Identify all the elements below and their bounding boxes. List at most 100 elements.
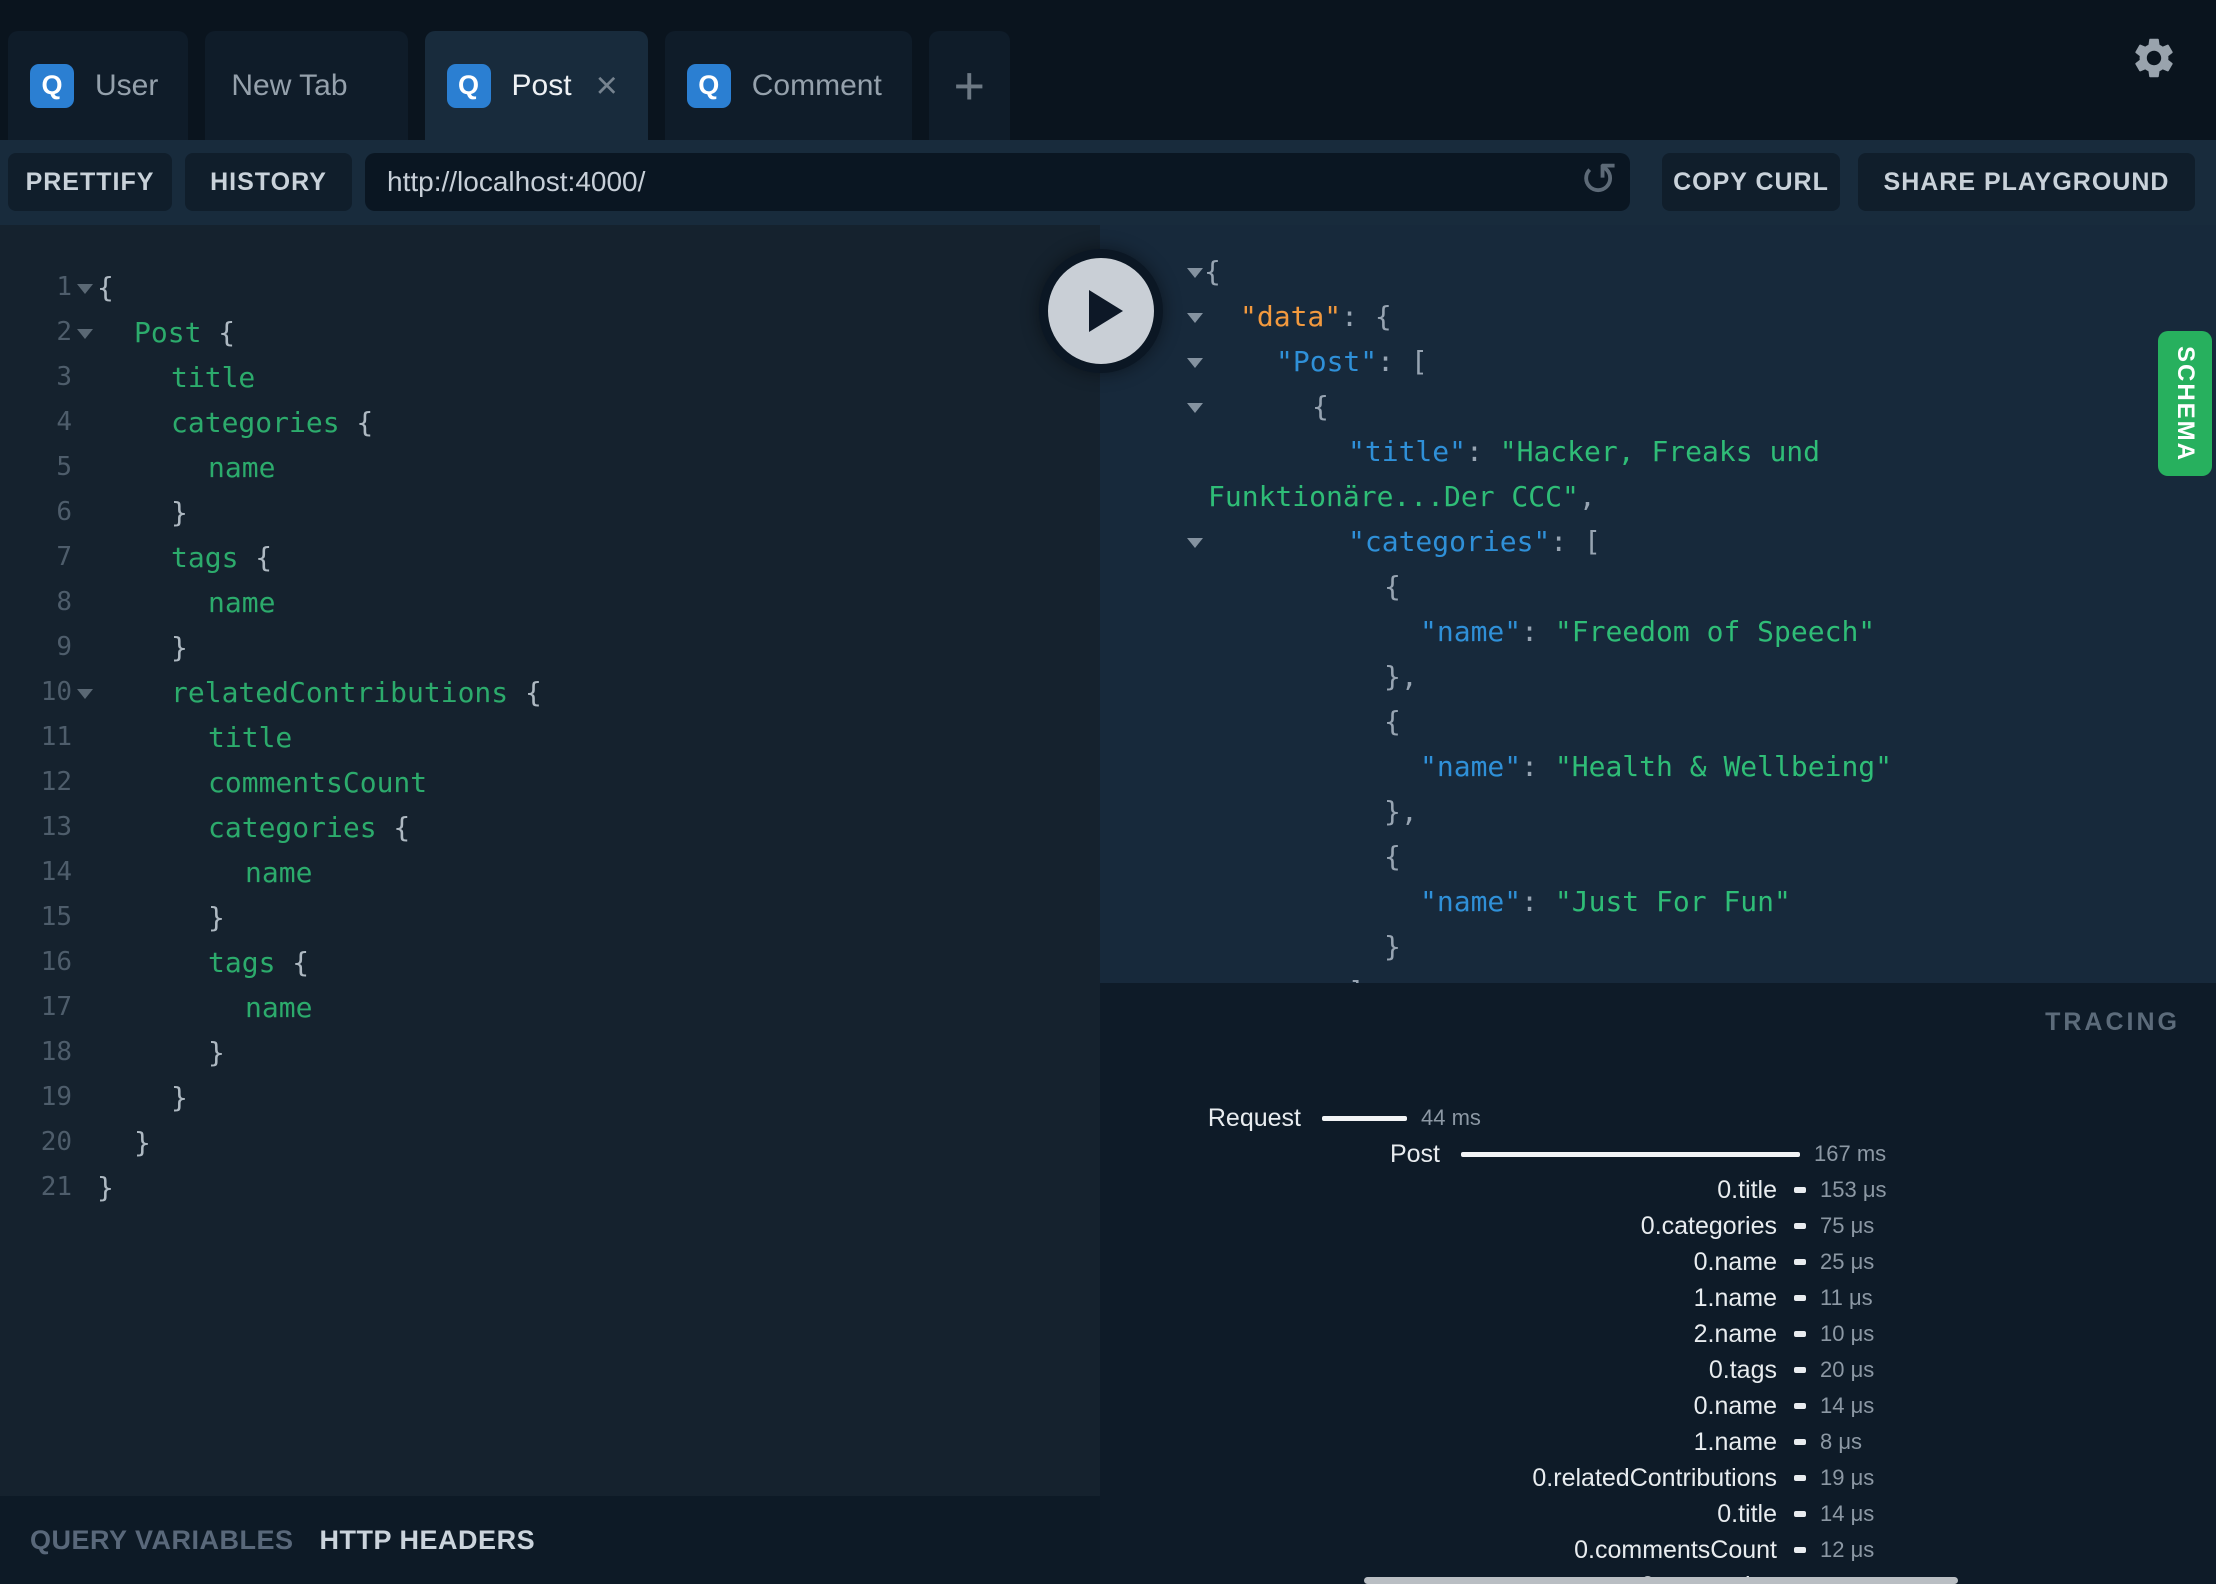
trace-row: 0.relatedContributions 19 μs	[1100, 1460, 2216, 1496]
editor-line: 4 categories {	[0, 400, 1100, 445]
endpoint-url-input[interactable]	[365, 166, 1630, 198]
tab-post[interactable]: Q Post ×	[424, 31, 648, 140]
line-number: 6	[56, 497, 72, 527]
line-number: 17	[40, 992, 72, 1022]
response-line: },	[1100, 789, 2216, 834]
trace-label: 0.categories	[1640, 1211, 1777, 1240]
copy-curl-button[interactable]: COPY CURL	[1662, 153, 1840, 211]
response-line: "name": "Just For Fun"	[1100, 879, 2216, 924]
code-text: "title": "Hacker, Freaks und	[1348, 435, 1821, 468]
trace-row: 0.tags 20 μs	[1100, 1352, 2216, 1388]
trace-time: 44 ms	[1421, 1105, 1481, 1130]
code-text: commentsCount	[208, 766, 428, 799]
tab-comment[interactable]: Q Comment	[664, 31, 912, 140]
history-button[interactable]: HISTORY	[185, 153, 352, 211]
line-number: 19	[40, 1082, 72, 1112]
trace-duration-dot	[1794, 1187, 1806, 1193]
trace-label: 0.title	[1717, 1499, 1777, 1528]
line-number: 15	[40, 902, 72, 932]
query-variables-tab[interactable]: QUERY VARIABLES	[30, 1525, 294, 1556]
editor-line: 6}	[0, 490, 1100, 535]
trace-label: Post	[1389, 1139, 1440, 1168]
trace-row: 0.title 14 μs	[1100, 1496, 2216, 1532]
code-text: {	[1384, 705, 1401, 738]
response-pane[interactable]: {"data": {"Post": [{"title": "Hacker, Fr…	[1100, 225, 2216, 983]
editor-line: 16 tags {	[0, 940, 1100, 985]
trace-label: 0.name	[1693, 1391, 1777, 1420]
code-text: ]	[1204, 969, 1365, 983]
code-text: {	[1384, 570, 1401, 603]
tab-label: User	[95, 68, 159, 102]
close-icon[interactable]: ×	[596, 67, 618, 105]
tracing-panel[interactable]: TRACING Request 44 ms Post 167 ms 0.title 153…	[1100, 983, 2216, 1584]
code-text: },	[1384, 795, 1418, 828]
response-line: },	[1100, 654, 2216, 699]
execute-button[interactable]	[1039, 249, 1163, 373]
line-number: 10	[40, 677, 72, 707]
tabs: Q User New Tab Q Post × Q Comment +	[8, 31, 1010, 140]
editor-line: 14 name	[0, 850, 1100, 895]
trace-time: 8 μs	[1820, 1429, 1863, 1454]
code-text: title	[208, 721, 293, 754]
trace-label: 2.name	[1693, 1319, 1777, 1348]
trace-duration-dot	[1794, 1367, 1806, 1373]
fold-arrow-icon[interactable]	[72, 670, 97, 715]
code-text: {	[1204, 255, 1221, 288]
trace-label: 0.commentsCount	[1574, 1535, 1777, 1564]
trace-row: Post 167 ms	[1100, 1136, 2216, 1172]
trace-time: 10 μs	[1820, 1321, 1875, 1346]
line-number: 4	[56, 407, 72, 437]
share-playground-button[interactable]: SHARE PLAYGROUND	[1858, 153, 2195, 211]
trace-label: 1.name	[1693, 1427, 1777, 1456]
line-number: 2	[56, 317, 72, 347]
code-text: tags {	[171, 541, 273, 574]
fold-arrow-icon[interactable]	[1100, 384, 1204, 429]
trace-duration-bar	[1461, 1151, 1800, 1157]
tracing-horizontal-scrollbar[interactable]	[1364, 1577, 1958, 1584]
prettify-button[interactable]: PRETTIFY	[8, 153, 172, 211]
http-headers-tab[interactable]: HTTP HEADERS	[320, 1525, 536, 1556]
response-line: {	[1100, 834, 2216, 879]
editor-line: 15}	[0, 895, 1100, 940]
code-text: categories {	[171, 406, 374, 439]
tab-user[interactable]: Q User	[8, 31, 189, 140]
trace-time: 75 μs	[1820, 1213, 1875, 1238]
reload-icon[interactable]: ↺	[1579, 156, 1618, 202]
tab-new-tab[interactable]: New Tab	[205, 31, 408, 140]
fold-arrow-icon[interactable]	[72, 310, 97, 355]
trace-label: 0.name	[1693, 1247, 1777, 1276]
trace-duration-dot	[1794, 1295, 1806, 1301]
line-number: 7	[56, 542, 72, 572]
editor-line: 21}	[0, 1165, 1100, 1210]
fold-arrow-icon[interactable]	[72, 265, 97, 310]
code-text: {	[97, 271, 114, 304]
add-tab-button[interactable]: +	[928, 31, 1010, 140]
trace-time: 11 μs	[1820, 1285, 1873, 1310]
fold-arrow-icon[interactable]	[1100, 519, 1204, 564]
trace-time: 19 μs	[1820, 1465, 1875, 1490]
trace-label: 0.relatedContributions	[1532, 1463, 1777, 1492]
trace-duration-dot	[1794, 1475, 1806, 1481]
trace-duration-dot	[1794, 1331, 1806, 1337]
query-badge: Q	[446, 63, 491, 108]
code-text: }	[134, 1126, 151, 1159]
editor-line: 9}	[0, 625, 1100, 670]
line-number: 9	[56, 632, 72, 662]
trace-label: 0.tags	[1708, 1355, 1777, 1384]
gear-icon[interactable]	[2130, 34, 2178, 82]
query-editor-pane[interactable]: 1{2 Post {3 title 4 categories {5 name 6} 7 tags…	[0, 225, 1100, 1584]
schema-side-tab[interactable]: SCHEMA	[2158, 331, 2212, 476]
